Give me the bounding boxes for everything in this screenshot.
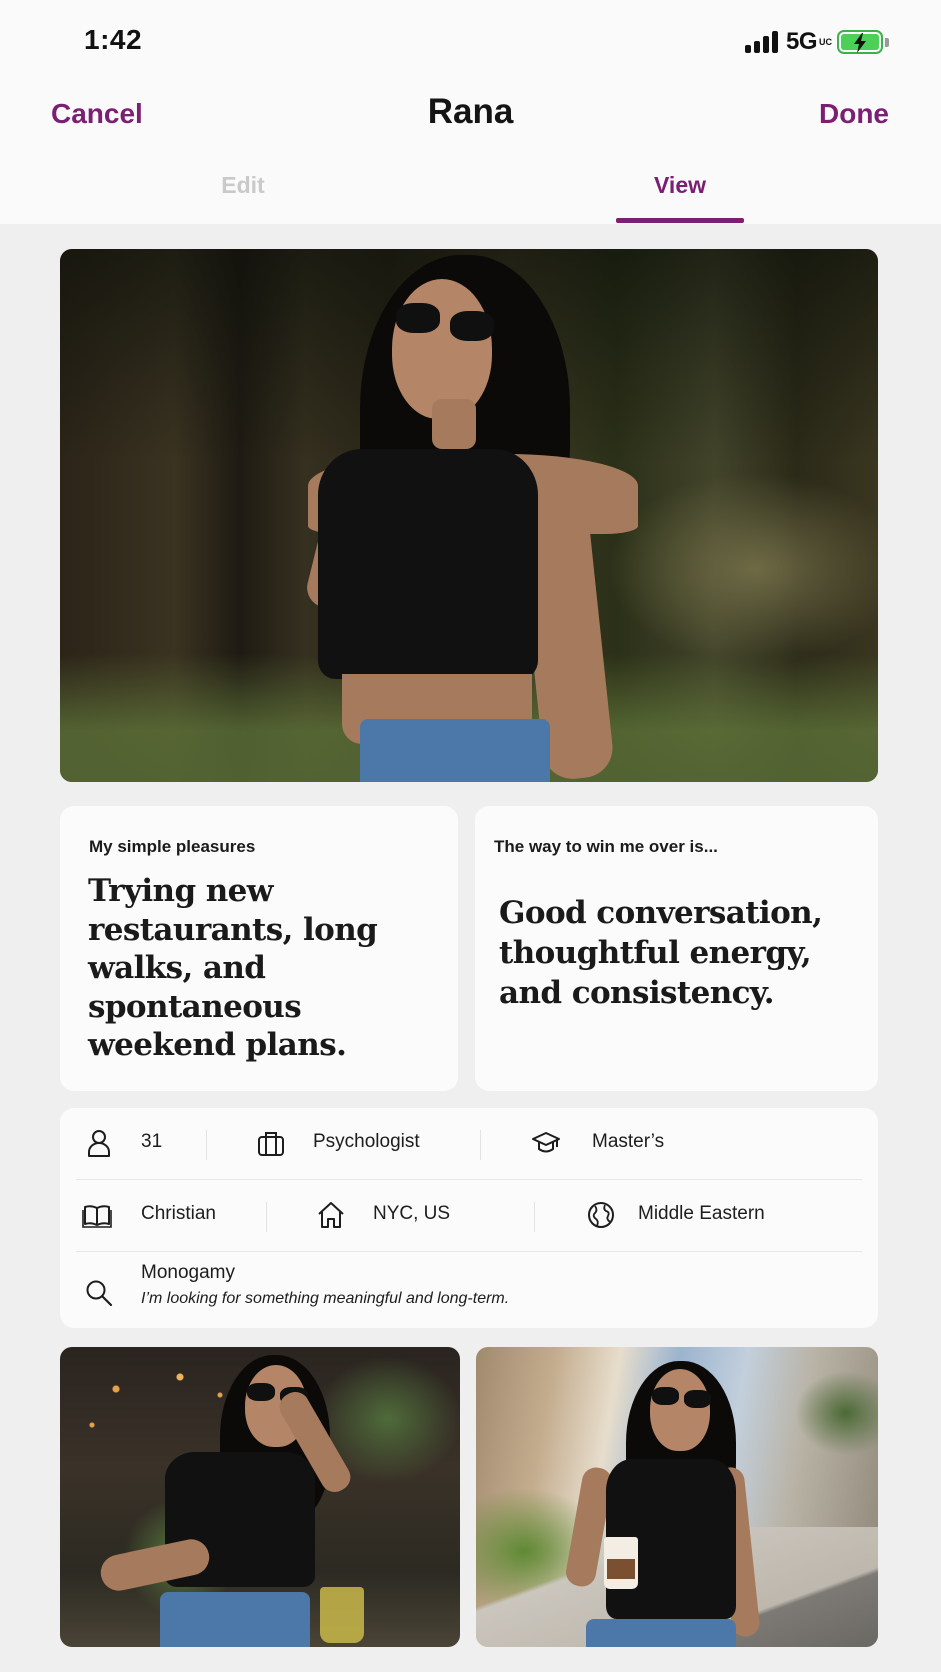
age-value: 31: [141, 1131, 163, 1152]
prompt-answer: Good conversation, thoughtful energy, an…: [499, 895, 823, 1011]
job-value: Psychologist: [313, 1131, 420, 1152]
info-row-relationship: Monogamy I’m looking for something meani…: [76, 1252, 862, 1328]
ethnicity-value: Middle Eastern: [638, 1203, 765, 1224]
location-value: NYC, US: [373, 1203, 451, 1224]
divider: [480, 1130, 481, 1160]
person-figure: [60, 1347, 460, 1647]
prompt-answer: Trying new restaurants, long walks, and …: [88, 873, 378, 1063]
active-tab-indicator: [616, 218, 744, 223]
person-figure: [60, 249, 878, 782]
page-title: Rana: [427, 92, 514, 131]
book-icon: [82, 1205, 112, 1228]
info-row-basics: 31 Psychologist Master’s: [76, 1108, 862, 1178]
home-icon: [318, 1202, 344, 1228]
prompt-card-win-me-over: The way to win me over is... Good conver…: [475, 806, 878, 1091]
relationship-goal-value: I’m looking for something meaningful and…: [141, 1290, 510, 1307]
person-figure: [476, 1347, 878, 1647]
status-indicators: 5G UC: [744, 28, 889, 56]
profile-photo-street[interactable]: [476, 1347, 878, 1647]
divider: [534, 1202, 535, 1232]
profile-photo-main[interactable]: [60, 249, 878, 782]
top-bar: 1:42 5G UC Cancel Rana Done Edit View: [0, 0, 941, 224]
education-value: Master’s: [592, 1131, 665, 1152]
globe-icon: [588, 1202, 614, 1228]
info-row-background: Christian NYC, US Middle Eastern: [76, 1180, 862, 1250]
network-sub-label: UC: [819, 37, 832, 47]
battery-icon: [837, 30, 889, 54]
briefcase-icon: [258, 1132, 284, 1156]
network-label: 5G: [785, 28, 818, 55]
divider: [266, 1202, 267, 1232]
status-time: 1:42: [84, 24, 143, 55]
prompt-card-simple-pleasures: My simple pleasures Trying new restauran…: [60, 806, 458, 1091]
person-icon: [88, 1130, 110, 1157]
search-icon: [86, 1280, 113, 1307]
tab-edit[interactable]: Edit: [183, 172, 303, 199]
done-button[interactable]: Done: [819, 98, 889, 130]
signal-icon: [744, 31, 778, 53]
tab-view[interactable]: View: [616, 172, 744, 199]
profile-info-card: 31 Psychologist Master’s Christian NYC, …: [60, 1108, 878, 1328]
profile-photo-cafe[interactable]: [60, 1347, 460, 1647]
prompt-question: The way to win me over is...: [494, 837, 718, 856]
relationship-type-value: Monogamy: [141, 1262, 235, 1283]
religion-value: Christian: [141, 1203, 216, 1224]
prompt-question: My simple pleasures: [89, 837, 256, 856]
divider: [206, 1130, 207, 1160]
graduation-cap-icon: [532, 1132, 560, 1153]
